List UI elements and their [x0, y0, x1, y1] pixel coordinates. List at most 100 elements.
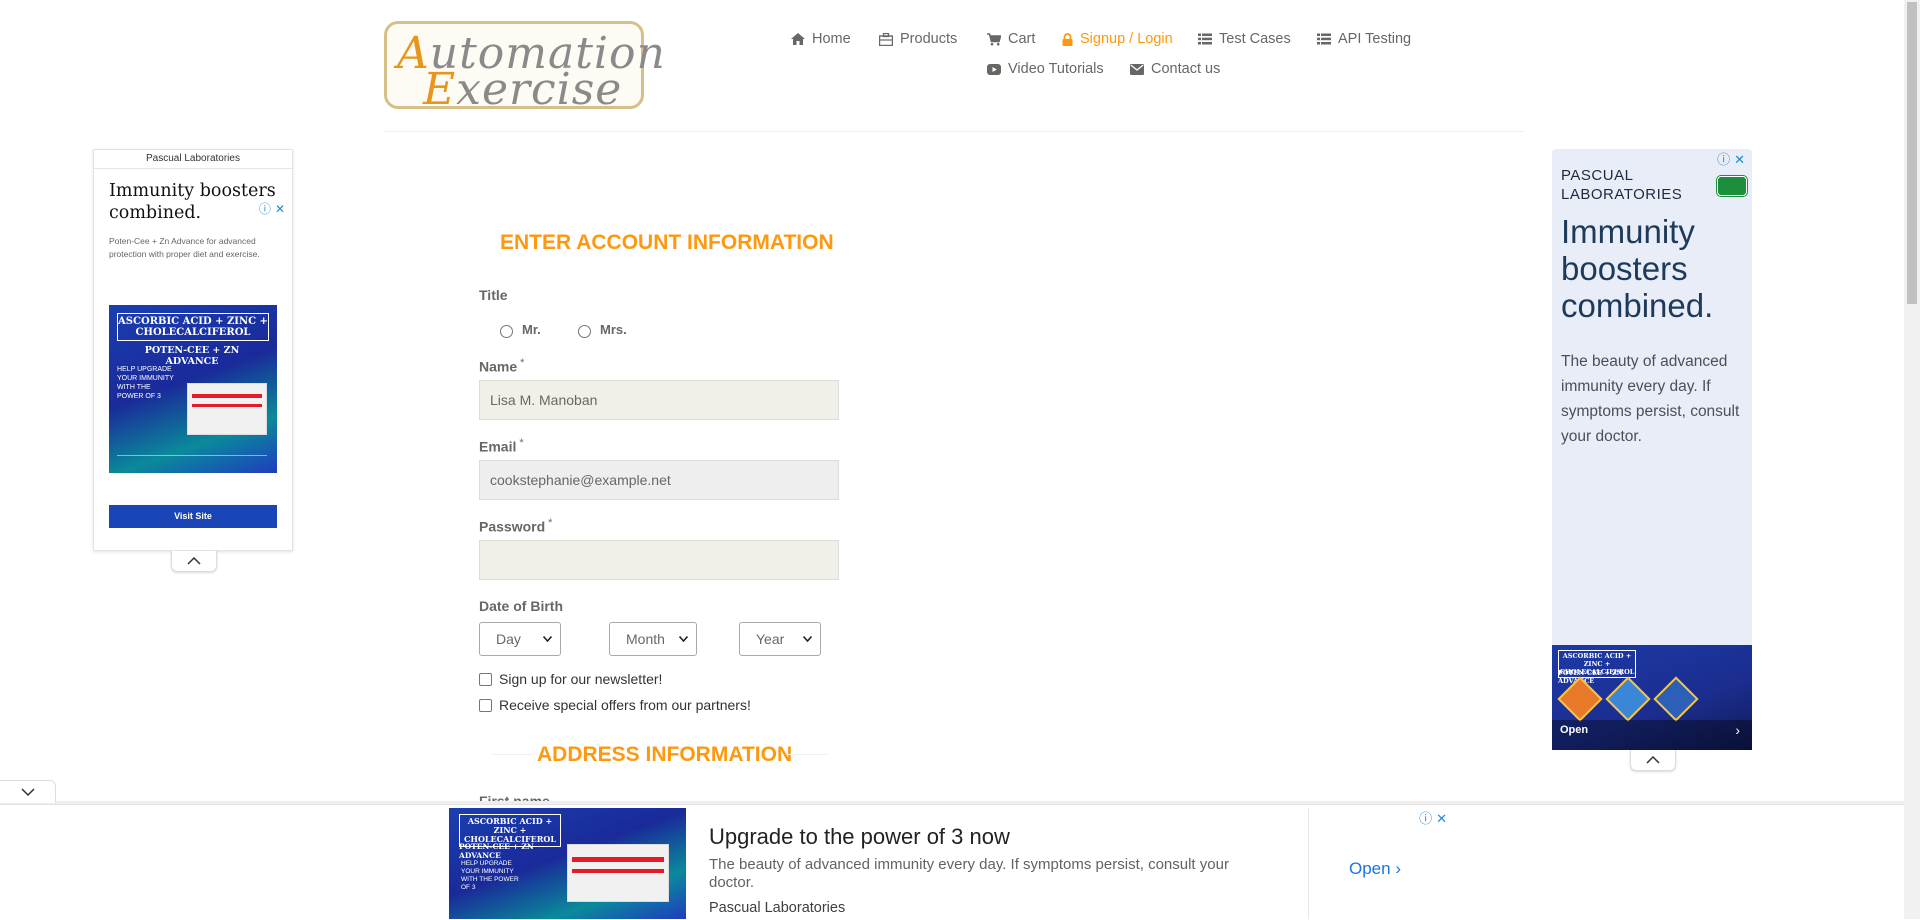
dob-year-value: Year	[756, 631, 785, 647]
right-ad-open-button[interactable]: Open	[1560, 724, 1588, 736]
name-input[interactable]	[479, 380, 839, 420]
nav-video-tutorials[interactable]: Video Tutorials	[987, 61, 1104, 77]
home-icon	[791, 33, 805, 45]
dob-day-select[interactable]: Day	[479, 622, 561, 656]
dob-day-value: Day	[496, 631, 521, 647]
left-ad-sponsor: Pascual Laboratories	[146, 153, 240, 164]
products-icon	[879, 32, 893, 46]
chevron-right-icon[interactable]: ›	[1735, 722, 1740, 738]
offers-checkbox[interactable]	[479, 699, 492, 712]
close-icon[interactable]: ✕	[1436, 811, 1451, 826]
left-ad-separator	[94, 168, 292, 169]
right-ad-body: The beauty of advanced immunity every da…	[1561, 353, 1740, 445]
bottom-ad-product-image[interactable]: ASCORBIC ACID + ZINC + CHOLECALCIFEROL P…	[449, 808, 686, 919]
left-ad-product-tagline: HELP UPGRADE YOUR IMMUNITY WITH THE POWE…	[117, 366, 174, 400]
chevron-up-icon	[187, 557, 201, 565]
address-heading-line-left	[493, 754, 533, 755]
adchoices-icon[interactable]: ⓘ✕	[259, 200, 289, 217]
right-ad-product-image[interactable]: ASCORBIC ACID + ZINC + CHOLECALCIFEROL P…	[1552, 645, 1752, 750]
name-label: Name *	[479, 357, 524, 375]
left-ad-product-image[interactable]: ASCORBIC ACID + ZINC + CHOLECALCIFEROL P…	[109, 305, 277, 473]
bottom-ad-open-button[interactable]: Open ›	[1349, 859, 1401, 879]
zinc-badge-icon	[1653, 676, 1699, 722]
offers-label[interactable]: Receive special offers from our partners…	[499, 697, 751, 713]
brand-logo-icon	[1717, 176, 1747, 196]
header-divider	[384, 131, 1524, 132]
nav-cart-label: Cart	[1008, 31, 1036, 47]
lock-icon	[1062, 32, 1073, 46]
nav-contact-us[interactable]: Contact us	[1130, 61, 1220, 77]
title-label: Title	[479, 287, 508, 303]
youtube-icon	[987, 63, 1001, 75]
chevron-down-icon	[543, 636, 552, 642]
account-info-heading: ENTER ACCOUNT INFORMATION	[500, 231, 834, 254]
nav-home[interactable]: Home	[791, 31, 851, 47]
nav-contact-us-label: Contact us	[1151, 61, 1221, 77]
nav-test-cases[interactable]: Test Cases	[1198, 31, 1291, 47]
bottom-ad-body: The beauty of advanced immunity every da…	[709, 856, 1229, 891]
address-heading-line-right	[787, 754, 827, 755]
product-box-graphic	[187, 383, 267, 435]
logo-word-2-rest: xercise	[456, 64, 623, 115]
nav-products[interactable]: Products	[879, 31, 957, 47]
chevron-right-icon: ›	[1395, 859, 1401, 878]
right-ad[interactable]: ⓘ✕ PASCUAL LABORATORIES Immunity booster…	[1552, 149, 1752, 750]
password-label-text: Password	[479, 518, 546, 535]
chevron-down-icon	[803, 636, 812, 642]
site-logo[interactable]: Automation Exercise	[384, 21, 665, 115]
email-input[interactable]	[479, 460, 839, 500]
nav-api-testing-label: API Testing	[1338, 31, 1412, 47]
email-label: Email *	[479, 437, 524, 455]
chevron-down-icon	[20, 788, 35, 796]
right-ad-collapse-button[interactable]	[1630, 750, 1676, 771]
bottom-ad-product-tagline: HELP UPGRADE YOUR IMMUNITY WITH THE POWE…	[461, 860, 519, 891]
name-label-text: Name	[479, 358, 518, 375]
left-ad-product-title: ASCORBIC ACID + ZINC + CHOLECALCIFEROL	[117, 313, 269, 341]
password-label: Password *	[479, 517, 552, 535]
nav-signup-login[interactable]: Signup / Login	[1062, 31, 1173, 47]
nav-cart[interactable]: Cart	[987, 31, 1035, 47]
title-mrs-label[interactable]: Mrs.	[600, 322, 627, 337]
scrollbar-thumb[interactable]	[1907, 2, 1917, 304]
title-mrs-radio[interactable]	[578, 325, 591, 338]
bottom-ad-collapse-button[interactable]	[0, 780, 56, 803]
envelope-icon	[1130, 63, 1144, 75]
required-mark: *	[519, 437, 524, 449]
right-ad-headline: Immunity boosters combined.	[1561, 213, 1714, 324]
bottom-ad-open-label: Open	[1349, 859, 1391, 878]
nav-api-testing[interactable]: API Testing	[1317, 31, 1411, 47]
bottom-ad-product-subtitle: POTEN-CEE + ZN ADVANCE	[459, 842, 534, 860]
bottom-ad-sponsor: Pascual Laboratories	[709, 900, 846, 916]
product-box-graphic	[567, 844, 669, 902]
dob-month-select[interactable]: Month	[609, 622, 697, 656]
left-ad-headline: Immunity boosters combined.	[109, 181, 276, 223]
password-input[interactable]	[479, 540, 839, 580]
dob-year-select[interactable]: Year	[739, 622, 821, 656]
nav-video-tutorials-label: Video Tutorials	[1008, 61, 1104, 77]
title-mr-radio[interactable]	[500, 325, 513, 338]
bottom-ad-headline: Upgrade to the power of 3 now	[709, 824, 1010, 849]
nav-signup-login-label: Signup / Login	[1080, 31, 1173, 47]
newsletter-checkbox[interactable]	[479, 673, 492, 686]
left-ad-collapse-button[interactable]	[171, 551, 217, 572]
close-icon[interactable]: ✕	[275, 202, 289, 216]
close-icon[interactable]: ✕	[1734, 152, 1749, 167]
visit-site-button[interactable]: Visit Site	[109, 505, 277, 528]
adchoices-icon[interactable]: ⓘ✕	[1419, 808, 1451, 827]
dob-month-value: Month	[626, 631, 665, 647]
list-icon	[1198, 33, 1212, 45]
page-scrollbar[interactable]	[1904, 0, 1920, 919]
nav-products-label: Products	[900, 31, 958, 47]
chevron-up-icon	[1646, 756, 1660, 764]
nav-home-label: Home	[812, 31, 851, 47]
newsletter-label[interactable]: Sign up for our newsletter!	[499, 671, 662, 687]
chevron-down-icon	[679, 636, 688, 642]
left-ad-body: Poten-Cee + Zn Advance for advanced prot…	[109, 236, 260, 259]
cart-icon	[987, 32, 1001, 45]
list-icon	[1317, 33, 1331, 45]
email-label-text: Email	[479, 438, 517, 455]
dob-label: Date of Birth	[479, 598, 563, 614]
bottom-ad[interactable]: ASCORBIC ACID + ZINC + CHOLECALCIFEROL P…	[449, 808, 1453, 919]
left-ad[interactable]: Pascual Laboratories Immunity boosters c…	[93, 149, 293, 551]
title-mr-label[interactable]: Mr.	[522, 322, 541, 337]
